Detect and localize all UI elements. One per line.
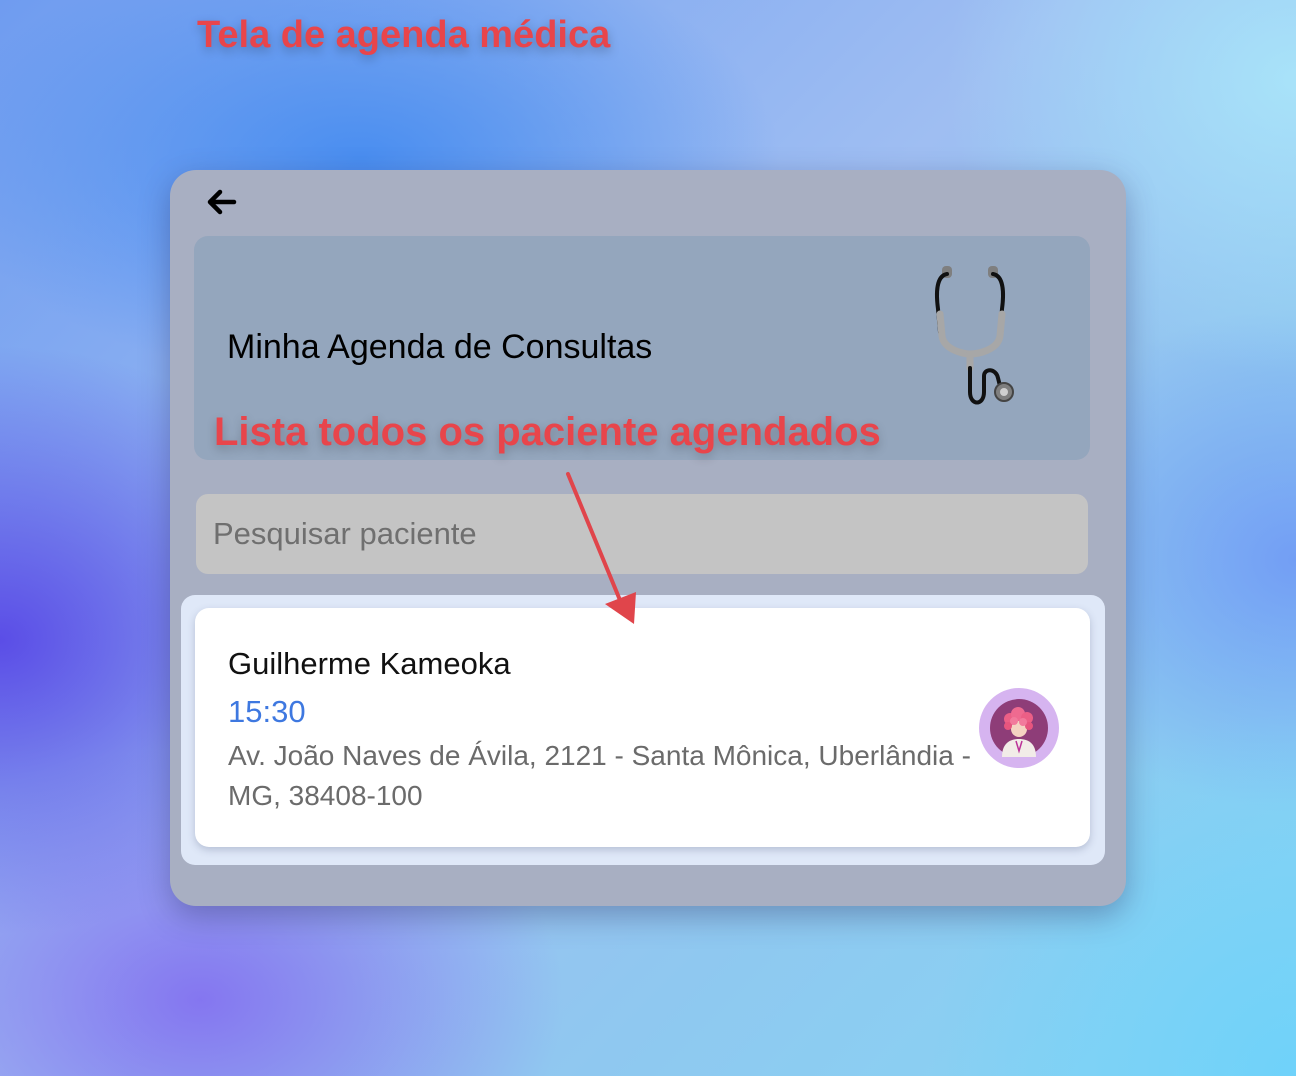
avatar: [979, 688, 1059, 768]
appointment-time: 15:30: [228, 694, 306, 729]
page-title: Minha Agenda de Consultas: [227, 328, 653, 366]
appointment-list: Guilherme Kameoka 15:30 Av. João Naves d…: [181, 595, 1105, 865]
patient-name: Guilherme Kameoka: [228, 646, 511, 681]
search-input[interactable]: [196, 494, 1088, 574]
arrow-left-icon: [207, 189, 237, 215]
appointment-card[interactable]: Guilherme Kameoka 15:30 Av. João Naves d…: [195, 608, 1090, 847]
doctor-avatar-icon: [990, 699, 1048, 757]
app-window: Minha Agenda de Consultas Guilherme Kame…: [170, 170, 1126, 906]
appointment-address: Av. João Naves de Ávila, 2121 - Santa Mô…: [228, 740, 971, 811]
back-button[interactable]: [202, 184, 242, 220]
annotation-list-note: Lista todos os paciente agendados: [214, 410, 881, 454]
annotation-screen-title: Tela de agenda médica: [197, 14, 611, 56]
stethoscope-icon: [935, 266, 1014, 405]
